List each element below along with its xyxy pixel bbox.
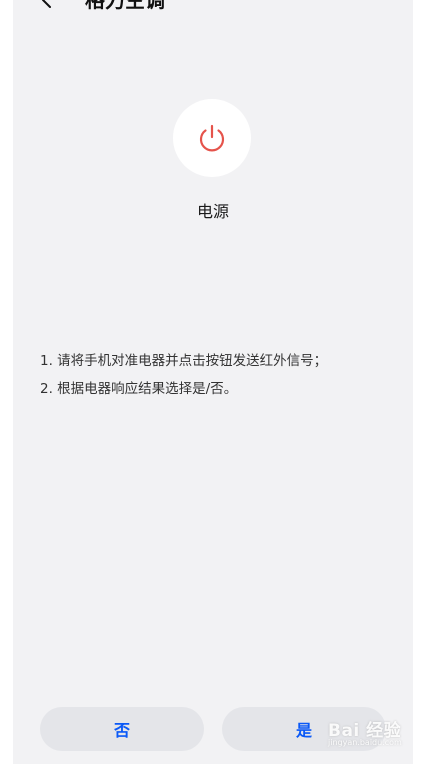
power-label: 电源 [196,202,229,221]
header-bar: 格力空调 [13,0,413,14]
instructions: 1. 请将手机对准电器并点击按钮发送红外信号； 2. 根据电器响应结果选择是/否… [40,347,400,403]
back-button[interactable] [35,0,59,12]
back-arrow-icon [42,0,51,8]
instruction-step-2: 2. 根据电器响应结果选择是/否。 [40,381,238,397]
power-icon [199,124,225,152]
no-button[interactable]: 否 [40,707,204,751]
yes-button[interactable]: 是 [222,707,386,751]
screen: 格力空调 电源 1. 请将手机对准电器并点击按钮发送红外信号； 2. 根据电器响… [13,0,413,764]
instruction-step-1: 1. 请将手机对准电器并点击按钮发送红外信号； [40,353,328,369]
page-title: 格力空调 [85,0,165,12]
power-button[interactable] [173,99,251,177]
